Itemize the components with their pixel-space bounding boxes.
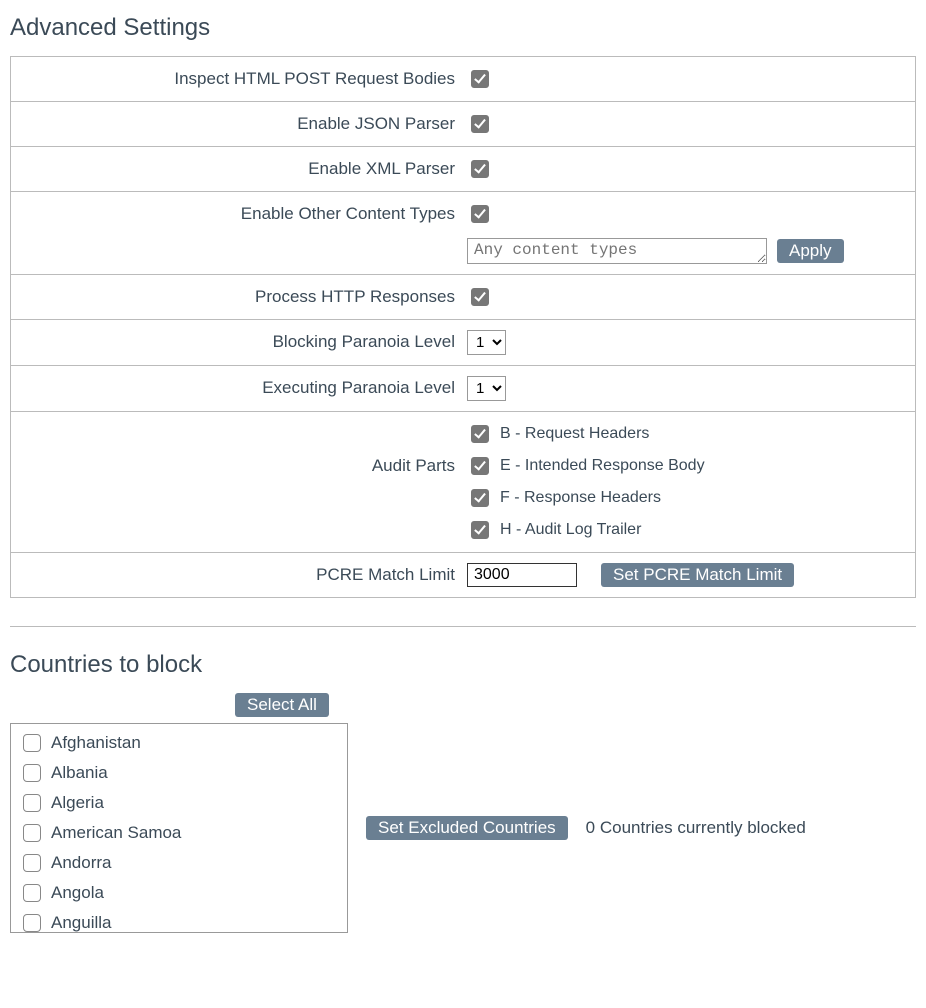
json-parser-label: Enable JSON Parser [19,112,467,134]
countries-blocked-status: 0 Countries currently blocked [586,818,806,838]
country-checkbox[interactable] [23,794,41,812]
pcre-limit-input[interactable] [467,563,577,587]
audit-f-checkbox[interactable] [471,489,489,507]
audit-parts-label: Audit Parts [19,422,467,476]
json-parser-checkbox[interactable] [471,115,489,133]
select-all-countries-button[interactable]: Select All [235,693,329,717]
inspect-html-label: Inspect HTML POST Request Bodies [19,67,467,89]
country-checkbox[interactable] [23,734,41,752]
apply-content-types-button[interactable]: Apply [777,239,844,263]
list-item: Algeria [19,788,339,818]
audit-e-label: E - Intended Response Body [500,457,705,475]
blocking-paranoia-label: Blocking Paranoia Level [19,330,467,352]
country-checkbox[interactable] [23,764,41,782]
country-checkbox[interactable] [23,914,41,932]
audit-b-label: B - Request Headers [500,425,649,443]
executing-paranoia-label: Executing Paranoia Level [19,376,467,398]
pcre-limit-button[interactable]: Set PCRE Match Limit [601,563,794,587]
country-checkbox[interactable] [23,884,41,902]
blocking-paranoia-select[interactable]: 1 [467,330,506,355]
list-item: Albania [19,758,339,788]
advanced-settings-title: Advanced Settings [10,14,916,42]
executing-paranoia-select[interactable]: 1 [467,376,506,401]
country-checkbox[interactable] [23,854,41,872]
audit-h-label: H - Audit Log Trailer [500,521,641,539]
country-list[interactable]: Afghanistan Albania Algeria American Sam… [10,723,348,933]
audit-b-checkbox[interactable] [471,425,489,443]
xml-parser-checkbox[interactable] [471,160,489,178]
audit-f-label: F - Response Headers [500,489,661,507]
list-item: American Samoa [19,818,339,848]
list-item: Afghanistan [19,728,339,758]
other-content-types-checkbox[interactable] [471,205,489,223]
country-checkbox[interactable] [23,824,41,842]
pcre-limit-label: PCRE Match Limit [19,563,467,585]
http-responses-checkbox[interactable] [471,288,489,306]
audit-h-checkbox[interactable] [471,521,489,539]
xml-parser-label: Enable XML Parser [19,157,467,179]
section-divider [10,626,916,627]
content-types-input[interactable] [467,238,767,264]
audit-e-checkbox[interactable] [471,457,489,475]
list-item: Andorra [19,848,339,878]
set-excluded-countries-button[interactable]: Set Excluded Countries [366,816,568,840]
other-content-types-label: Enable Other Content Types [19,202,467,226]
countries-title: Countries to block [10,651,916,679]
inspect-html-checkbox[interactable] [471,70,489,88]
advanced-settings-panel: Inspect HTML POST Request Bodies Enable … [10,56,916,598]
list-item: Anguilla [19,908,339,933]
list-item: Angola [19,878,339,908]
http-responses-label: Process HTTP Responses [19,285,467,307]
